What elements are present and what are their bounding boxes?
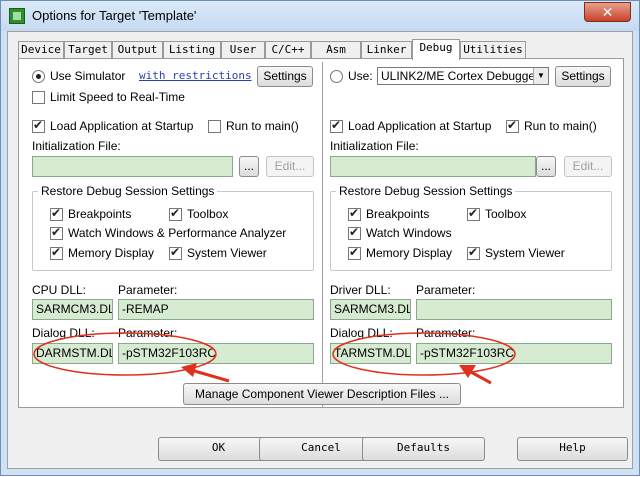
dialog-dll-field[interactable]: DARMSTM.DLL [32, 343, 113, 364]
memory-display-label: Memory Display [68, 246, 155, 260]
toolbox-label: Toolbox [187, 207, 229, 221]
init-file-input[interactable] [32, 156, 233, 177]
use-debugger-radio[interactable] [330, 70, 343, 83]
tab-linker[interactable]: Linker [361, 41, 412, 59]
title-bar[interactable]: Options for Target 'Template' ✕ [1, 1, 639, 31]
driver-dll-label: Driver DLL: [330, 283, 391, 297]
defaults-button[interactable]: Defaults [362, 437, 485, 461]
column-divider [322, 62, 324, 407]
simulator-settings-button[interactable]: Settings [257, 66, 313, 87]
chevron-down-icon[interactable]: ▼ [533, 68, 548, 84]
close-button[interactable]: ✕ [584, 2, 631, 22]
debug-panel: Use Simulator with restrictions Settings… [18, 58, 624, 408]
right-dialog-parameter-label: Parameter: [416, 326, 476, 340]
tab-listing[interactable]: Listing [163, 41, 221, 59]
debugger-select-value: ULINK2/ME Cortex Debugger [381, 69, 540, 83]
debugger-settings-button[interactable]: Settings [555, 66, 611, 87]
options-dialog: Options for Target 'Template' ✕ Device T… [0, 0, 640, 476]
run-to-main-label: Run to main() [226, 119, 299, 133]
dialog-parameter-field[interactable]: -pSTM32F103RC [118, 343, 314, 364]
help-button[interactable]: Help [517, 437, 628, 461]
watch-windows-checkbox[interactable] [50, 225, 63, 240]
right-toolbox-checkbox[interactable] [467, 206, 480, 221]
watch-windows-label: Watch Windows & Performance Analyzer [68, 226, 287, 240]
tab-c-cpp[interactable]: C/C++ [265, 41, 311, 59]
dialog-dll-label: Dialog DLL: [32, 326, 95, 340]
right-toolbox-label: Toolbox [485, 207, 527, 221]
init-file-label: Initialization File: [32, 139, 121, 153]
cpu-dll-field[interactable]: SARMCM3.DLL [32, 299, 113, 320]
right-watch-windows-label: Watch Windows [366, 226, 452, 240]
right-restore-settings-title: Restore Debug Session Settings [336, 184, 516, 198]
right-init-file-input[interactable] [330, 156, 536, 177]
tab-target[interactable]: Target [64, 41, 112, 59]
toolbox-checkbox[interactable] [169, 206, 182, 221]
use-simulator-label: Use Simulator [50, 69, 126, 83]
memory-display-checkbox[interactable] [50, 245, 63, 260]
cpu-parameter-field[interactable]: -REMAP [118, 299, 314, 320]
tab-utilities[interactable]: Utilities [460, 41, 526, 59]
right-init-file-edit-button[interactable]: Edit... [564, 156, 612, 177]
right-breakpoints-checkbox[interactable] [348, 206, 361, 221]
right-load-app-label: Load Application at Startup [348, 119, 492, 133]
right-breakpoints-label: Breakpoints [366, 207, 430, 221]
manage-component-viewer-button[interactable]: Manage Component Viewer Description File… [183, 383, 461, 405]
right-dialog-dll-label: Dialog DLL: [330, 326, 393, 340]
tab-debug[interactable]: Debug [412, 39, 460, 60]
cpu-dll-label: CPU DLL: [32, 283, 87, 297]
limit-speed-checkbox[interactable] [32, 91, 45, 104]
breakpoints-checkbox[interactable] [50, 206, 63, 221]
right-dialog-parameter-field[interactable]: -pSTM32F103RC [416, 343, 612, 364]
right-init-file-browse-button[interactable]: ... [536, 156, 556, 177]
tab-asm[interactable]: Asm [311, 41, 361, 59]
dialog-client: Device Target Output Listing User C/C++ … [7, 31, 633, 469]
right-load-app-checkbox[interactable] [330, 118, 343, 133]
right-watch-windows-checkbox[interactable] [348, 225, 361, 240]
window-title: Options for Target 'Template' [32, 8, 197, 23]
app-icon [9, 8, 25, 24]
breakpoints-label: Breakpoints [68, 207, 132, 221]
tab-output[interactable]: Output [112, 41, 163, 59]
driver-parameter-field[interactable] [416, 299, 612, 320]
run-to-main-checkbox[interactable] [208, 120, 221, 133]
tab-device[interactable]: Device [18, 41, 64, 59]
use-label: Use: [348, 69, 373, 83]
right-memory-display-checkbox[interactable] [348, 245, 361, 260]
load-app-label: Load Application at Startup [50, 119, 194, 133]
tab-user[interactable]: User [221, 41, 265, 59]
use-simulator-radio[interactable] [32, 70, 45, 83]
driver-parameter-label: Parameter: [416, 283, 476, 297]
init-file-browse-button[interactable]: ... [239, 156, 259, 177]
right-system-viewer-checkbox[interactable] [467, 245, 480, 260]
system-viewer-checkbox[interactable] [169, 245, 182, 260]
right-system-viewer-label: System Viewer [485, 246, 565, 260]
limit-speed-label: Limit Speed to Real-Time [50, 90, 185, 104]
dialog-parameter-label: Parameter: [118, 326, 178, 340]
right-dialog-dll-field[interactable]: TARMSTM.DLL [330, 343, 411, 364]
restore-settings-title: Restore Debug Session Settings [38, 184, 218, 198]
right-init-file-label: Initialization File: [330, 139, 419, 153]
right-run-to-main-checkbox[interactable] [506, 118, 519, 133]
driver-dll-field[interactable]: SARMCM3.DLL [330, 299, 411, 320]
right-run-to-main-label: Run to main() [524, 119, 597, 133]
init-file-edit-button[interactable]: Edit... [266, 156, 314, 177]
cpu-parameter-label: Parameter: [118, 283, 178, 297]
right-memory-display-label: Memory Display [366, 246, 453, 260]
load-app-checkbox[interactable] [32, 118, 45, 133]
with-restrictions-link[interactable]: with restrictions [139, 69, 252, 82]
system-viewer-label: System Viewer [187, 246, 267, 260]
debugger-select[interactable]: ULINK2/ME Cortex Debugger ▼ [377, 67, 549, 85]
